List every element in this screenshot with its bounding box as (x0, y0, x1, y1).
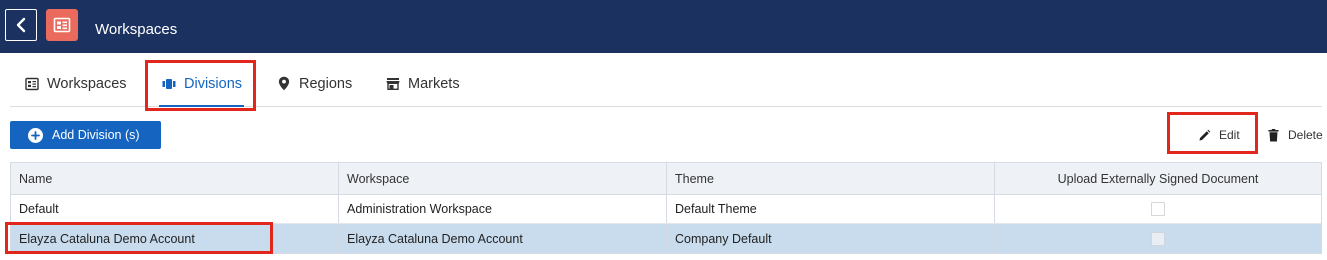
column-header-name[interactable]: Name (11, 163, 339, 194)
workspace-app-icon (46, 9, 78, 41)
back-button[interactable] (5, 9, 37, 41)
upload-signed-checkbox[interactable] (1151, 231, 1165, 246)
cell-theme: Company Default (667, 224, 995, 253)
tab-label: Regions (299, 75, 353, 92)
tab-markets[interactable]: Markets (385, 61, 460, 106)
delete-button[interactable]: Delete (1266, 124, 1323, 146)
map-pin-icon (276, 76, 292, 92)
tab-label: Divisions (184, 75, 243, 92)
table-header: Name Workspace Theme Upload Externally S… (11, 163, 1321, 195)
delete-label: Delete (1288, 128, 1323, 142)
upload-signed-checkbox[interactable] (1151, 202, 1165, 216)
cell-upload-signed (995, 224, 1321, 253)
tab-label: Workspaces (47, 75, 127, 92)
edit-button[interactable]: Edit (1197, 124, 1240, 146)
column-header-theme[interactable]: Theme (667, 163, 995, 194)
tab-divisions[interactable]: Divisions (159, 61, 245, 107)
tab-workspaces[interactable]: Workspaces (24, 61, 127, 106)
plus-circle-icon (28, 127, 43, 143)
chevron-left-icon (14, 17, 28, 33)
workspace-icon (24, 76, 40, 92)
edit-label: Edit (1219, 128, 1240, 142)
table-row[interactable]: Elayza Cataluna Demo Account Elayza Cata… (11, 224, 1321, 253)
cell-upload-signed (995, 195, 1321, 223)
cell-name: Default (11, 195, 339, 223)
divisions-table: Name Workspace Theme Upload Externally S… (10, 162, 1322, 254)
cell-theme: Default Theme (667, 195, 995, 223)
add-division-button[interactable]: Add Division (s) (10, 121, 161, 149)
column-header-upload-signed[interactable]: Upload Externally Signed Document (995, 163, 1321, 194)
cell-name: Elayza Cataluna Demo Account (11, 224, 339, 253)
table-row[interactable]: Default Administration Workspace Default… (11, 195, 1321, 224)
store-icon (385, 76, 401, 92)
cell-workspace: Elayza Cataluna Demo Account (339, 224, 667, 253)
divisions-icon (161, 76, 177, 92)
tab-regions[interactable]: Regions (276, 61, 352, 106)
pencil-icon (1197, 128, 1211, 142)
tab-bar: Workspaces Divisions Regions Markets (10, 61, 1322, 107)
trash-icon (1266, 128, 1280, 142)
column-header-workspace[interactable]: Workspace (339, 163, 667, 194)
top-bar: Workspaces (0, 0, 1327, 53)
page-title: Workspaces (95, 21, 178, 38)
cell-workspace: Administration Workspace (339, 195, 667, 223)
add-division-label: Add Division (s) (52, 128, 140, 142)
tab-label: Markets (408, 75, 460, 92)
